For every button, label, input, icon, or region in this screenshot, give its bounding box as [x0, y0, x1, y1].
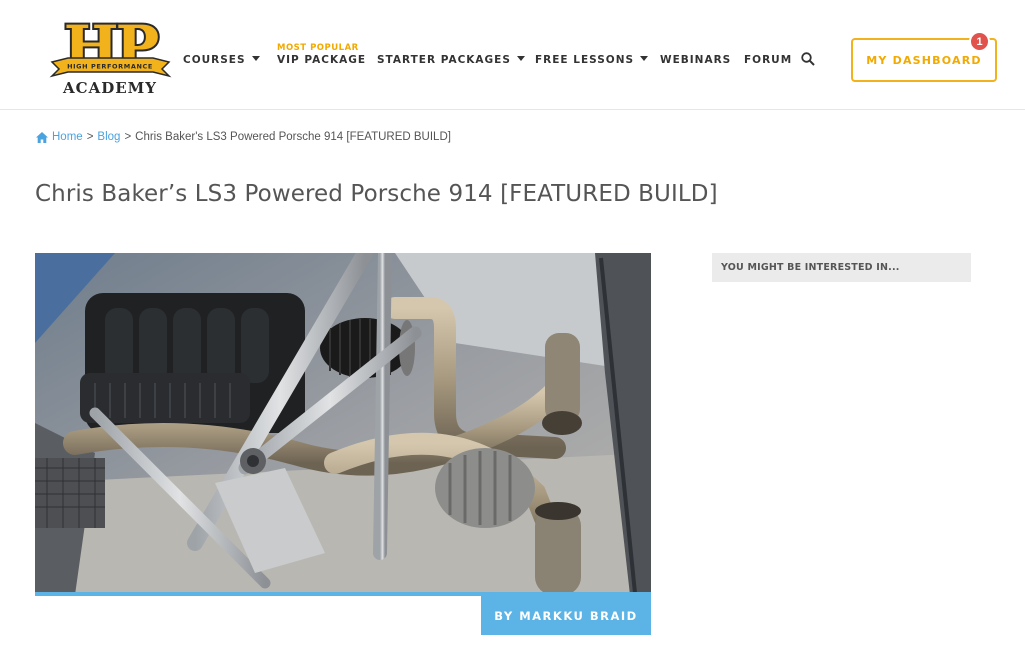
breadcrumb-home-link[interactable]: Home [52, 131, 83, 143]
search-icon[interactable] [801, 52, 815, 66]
nav-vip-tag: MOST POPULAR [277, 43, 359, 53]
nav-webinars[interactable]: WEBINARS [660, 54, 731, 66]
sidebar-heading: YOU MIGHT BE INTERESTED IN... [712, 253, 971, 282]
nav-starter-packages[interactable]: STARTER PACKAGES [377, 54, 525, 66]
nav-starter-label: STARTER PACKAGES [377, 54, 511, 66]
breadcrumb-current: Chris Baker's LS3 Powered Porsche 914 [F… [135, 131, 451, 143]
caret-down-icon [640, 56, 649, 61]
site-header: HP HIGH PERFORMANCE ACADEMY COURSES MOST… [0, 0, 1025, 110]
nav-free-lessons-label: FREE LESSONS [535, 54, 635, 66]
nav-courses-label: COURSES [183, 54, 246, 66]
author-tag[interactable]: BY MARKKU BRAID [481, 596, 651, 635]
nav-vip-package[interactable]: VIP PACKAGE [277, 54, 366, 66]
logo-sub-text: ACADEMY [62, 79, 157, 97]
notification-badge[interactable]: 1 [969, 31, 990, 52]
page-title: Chris Baker’s LS3 Powered Porsche 914 [F… [35, 181, 718, 207]
breadcrumb-separator: > [86, 131, 94, 143]
nav-courses[interactable]: COURSES [183, 54, 260, 66]
nav-forum[interactable]: FORUM [744, 54, 792, 66]
caret-down-icon [516, 56, 525, 61]
home-icon [36, 131, 48, 143]
caret-down-icon [251, 56, 260, 61]
nav-forum-label: FORUM [744, 54, 793, 66]
breadcrumb-separator: > [124, 131, 132, 143]
logo-ribbon-text: HIGH PERFORMANCE [67, 63, 153, 71]
breadcrumb: Home > Blog > Chris Baker's LS3 Powered … [36, 131, 451, 143]
featured-image-engine-bay [35, 253, 651, 595]
breadcrumb-blog-link[interactable]: Blog [97, 131, 120, 143]
nav-vip-label: VIP PACKAGE [277, 54, 367, 66]
nav-free-lessons[interactable]: FREE LESSONS [535, 54, 649, 66]
nav-webinars-label: WEBINARS [660, 54, 732, 66]
hp-academy-logo[interactable]: HP HIGH PERFORMANCE ACADEMY [48, 11, 173, 97]
